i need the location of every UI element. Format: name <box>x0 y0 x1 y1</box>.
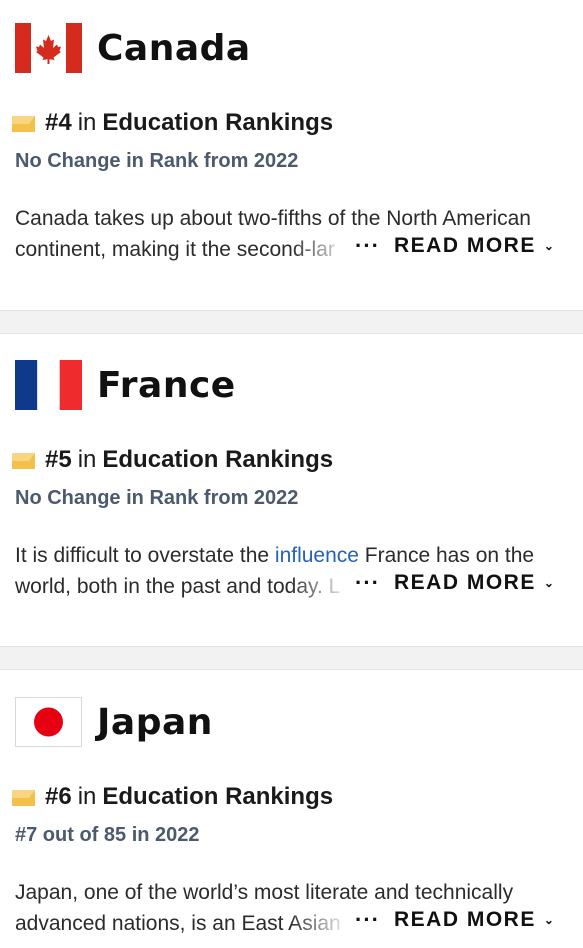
ribbon-badge-icon <box>11 787 37 807</box>
rank-category-link[interactable]: Education Rankings <box>102 109 333 137</box>
ellipsis-icon: ··· <box>355 233 380 258</box>
country-name[interactable]: Japan <box>97 702 213 743</box>
ribbon-badge-icon <box>11 450 37 470</box>
france-flag-icon <box>15 360 82 410</box>
country-card-japan: Japan #6 in Education Rankings #7 out of… <box>0 670 583 948</box>
description-line: Canada takes up about two-fifths of the … <box>15 207 531 230</box>
country-name[interactable]: France <box>97 365 236 406</box>
rank-in: in <box>77 109 97 136</box>
read-more-label: READ MORE <box>393 908 536 931</box>
rank-number: #5 <box>45 446 72 473</box>
read-more-button[interactable]: ··· READ MORE ⌄ <box>355 233 555 259</box>
read-more-label: READ MORE <box>393 571 536 594</box>
country-header: Canada <box>15 23 251 73</box>
chevron-down-icon: ⌄ <box>543 576 556 590</box>
rank-category-link[interactable]: Education Rankings <box>102 783 333 811</box>
country-name[interactable]: Canada <box>97 28 251 69</box>
ribbon-badge-icon <box>11 113 37 133</box>
rank-category-link[interactable]: Education Rankings <box>102 446 333 474</box>
rank-in: in <box>77 446 97 473</box>
description-line: It is difficult to overstate the influen… <box>15 540 570 571</box>
country-header: Japan <box>15 697 213 747</box>
card-divider <box>0 310 583 334</box>
description-text: It is difficult to overstate the <box>15 544 275 567</box>
card-divider <box>0 646 583 670</box>
canada-flag-icon <box>15 23 82 73</box>
description-line-truncated: continent, making it the second-lar <box>15 234 350 265</box>
description-line: Japan, one of the world’s most literate … <box>15 881 514 904</box>
rank-number: #6 <box>45 783 72 810</box>
ellipsis-icon: ··· <box>355 570 380 595</box>
read-more-label: READ MORE <box>393 234 536 257</box>
rank-change-text: No Change in Rank from 2022 <box>15 487 299 509</box>
chevron-down-icon: ⌄ <box>543 913 556 927</box>
rank-change-text: #7 out of 85 in 2022 <box>15 824 200 846</box>
description-text: France has on the <box>358 544 535 567</box>
rank-change-text: No Change in Rank from 2022 <box>15 150 299 172</box>
country-card-canada: Canada #4 in Education Rankings No Chang… <box>0 0 583 310</box>
influence-link[interactable]: influence <box>275 544 359 567</box>
read-more-button[interactable]: ··· READ MORE ⌄ <box>355 570 555 596</box>
chevron-down-icon: ⌄ <box>543 239 556 253</box>
ellipsis-icon: ··· <box>355 907 380 932</box>
description-line-truncated: advanced nations, is an East Asian <box>15 908 350 939</box>
rank-line: #4 in Education Rankings <box>11 109 333 137</box>
country-header: France <box>15 360 236 410</box>
description-line-truncated: world, both in the past and today. L <box>15 571 350 602</box>
japan-flag-icon <box>15 697 82 747</box>
rank-line: #5 in Education Rankings <box>11 446 333 474</box>
country-card-france: France #5 in Education Rankings No Chang… <box>0 334 583 646</box>
rank-number: #4 <box>45 109 72 136</box>
rank-line: #6 in Education Rankings <box>11 783 333 811</box>
read-more-button[interactable]: ··· READ MORE ⌄ <box>355 907 555 933</box>
rank-in: in <box>77 783 97 810</box>
